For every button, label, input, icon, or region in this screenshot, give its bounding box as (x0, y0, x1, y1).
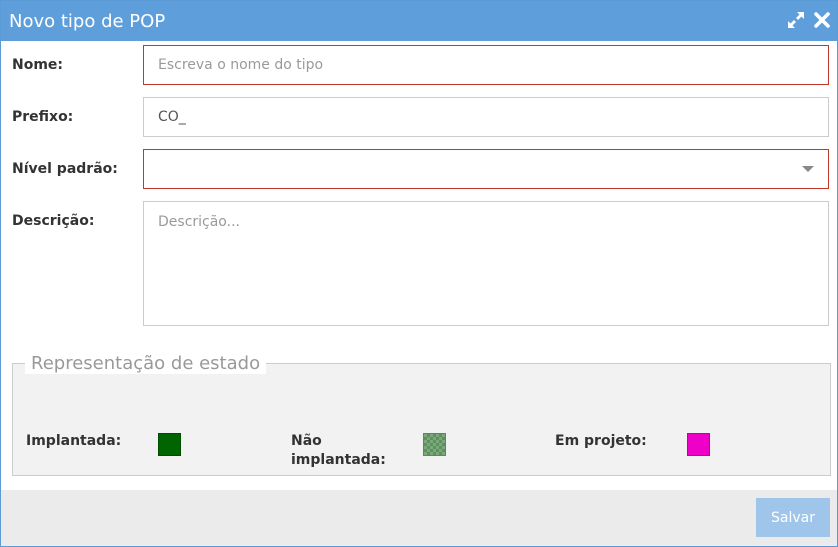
not-implanted-label-line1: Não (291, 433, 322, 449)
new-pop-type-dialog: Novo tipo de POP Nome: Escreva o nome do… (0, 0, 838, 547)
not-implanted-label-line2: implantada: (291, 452, 386, 468)
prefix-value: CO_ (158, 109, 186, 125)
expand-icon[interactable] (787, 11, 805, 31)
not-implanted-color-swatch[interactable] (423, 433, 446, 456)
in-project-label: Em projeto: (555, 433, 647, 449)
save-button[interactable]: Salvar (756, 498, 830, 537)
in-project-color-swatch[interactable] (687, 433, 710, 456)
name-input[interactable]: Escreva o nome do tipo (143, 45, 829, 85)
state-representation-fieldset: Representação de estado Implantada: Não … (12, 353, 831, 476)
close-icon[interactable] (813, 11, 831, 31)
dialog-title: Novo tipo de POP (9, 11, 166, 32)
description-textarea[interactable] (143, 201, 829, 326)
implanted-color-swatch[interactable] (158, 433, 181, 456)
level-label: Nível padrão: (12, 161, 118, 177)
state-representation-legend: Representação de estado (25, 353, 267, 374)
name-placeholder: Escreva o nome do tipo (158, 57, 324, 73)
prefix-input[interactable]: CO_ (143, 97, 829, 137)
not-implanted-label: Não implantada: (291, 432, 386, 470)
prefix-label: Prefixo: (12, 109, 74, 125)
dialog-footer: Salvar (1, 490, 837, 546)
description-label: Descrição: (12, 213, 95, 229)
level-select[interactable] (143, 149, 829, 189)
dialog-titlebar[interactable]: Novo tipo de POP (1, 1, 837, 41)
name-label: Nome: (12, 57, 64, 73)
chevron-down-icon[interactable] (802, 166, 814, 172)
implanted-label: Implantada: (26, 433, 122, 449)
